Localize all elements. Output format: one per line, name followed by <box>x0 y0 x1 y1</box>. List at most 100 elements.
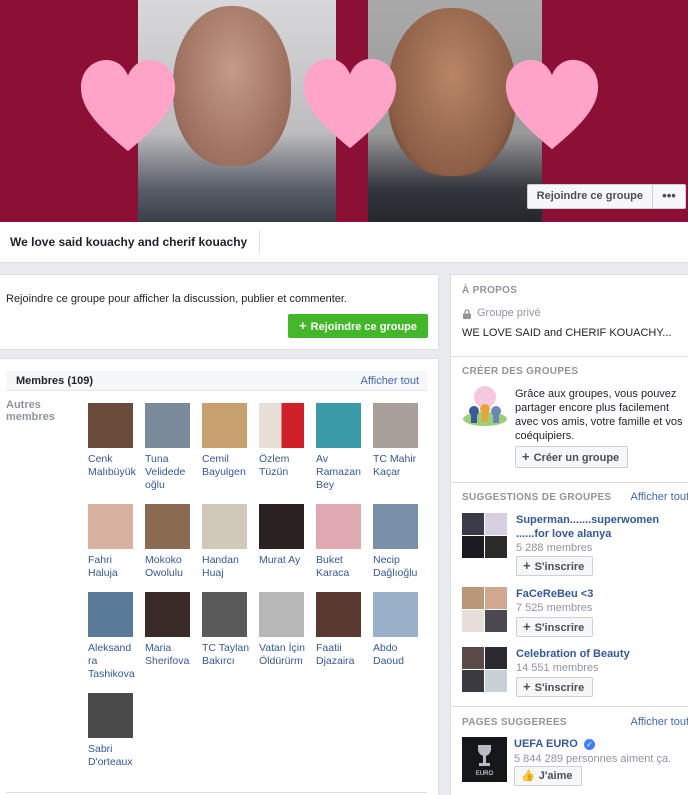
heart-icon <box>79 56 177 158</box>
member-item[interactable]: TC Taylan Bakırcı <box>202 592 254 668</box>
member-name[interactable]: Faatii Djazaira <box>316 642 368 668</box>
join-prompt-box: Rejoindre ce groupe pour afficher la dis… <box>0 274 439 350</box>
member-name[interactable]: Handan Huaj <box>202 554 254 580</box>
join-label: S'inscrire <box>535 561 585 573</box>
suggestions-see-all-link[interactable]: Afficher tout <box>631 491 688 503</box>
member-avatar[interactable] <box>145 403 190 448</box>
member-item[interactable]: Murat Ay <box>259 504 311 567</box>
member-name[interactable]: Fahri Haluja <box>88 554 140 580</box>
member-item[interactable]: Faatii Djazaira <box>316 592 368 668</box>
member-name[interactable]: Aleksand ra Tashikova <box>88 642 140 681</box>
about-box: À PROPOS Groupe privé WE LOVE SAID and C… <box>450 274 688 358</box>
create-groups-text: Grâce aux groupes, vous pouvez partager … <box>515 387 685 443</box>
member-item[interactable]: Vatan İçin Öldürürm <box>259 592 311 668</box>
member-item[interactable]: Handan Huaj <box>202 504 254 580</box>
member-item[interactable]: Abdo Daoud <box>373 592 425 668</box>
more-options-button[interactable]: ••• <box>653 184 686 209</box>
portrait-face <box>388 8 516 176</box>
member-name[interactable]: Buket Karaca <box>316 554 368 580</box>
like-label: J'aime <box>539 770 573 782</box>
member-avatar[interactable] <box>145 504 190 549</box>
heart-icon <box>504 54 600 158</box>
suggested-group-name[interactable]: FaCeReBeu <3 <box>516 587 686 601</box>
join-group-button[interactable]: Rejoindre ce groupe <box>527 184 653 209</box>
heart-icon <box>302 52 398 158</box>
member-avatar[interactable] <box>88 403 133 448</box>
member-item[interactable]: Av Ramazan Bey <box>316 403 368 492</box>
member-item[interactable]: Fahri Haluja <box>88 504 140 580</box>
join-group-green-button[interactable]: + Rejoindre ce groupe <box>288 314 428 338</box>
suggested-group-members: 5 288 membres <box>516 542 592 554</box>
member-name[interactable]: Abdo Daoud <box>373 642 425 668</box>
group-avatar[interactable] <box>462 587 508 633</box>
group-avatar[interactable] <box>462 513 508 559</box>
member-name[interactable]: Sabri D'orteaux <box>88 743 140 769</box>
member-item[interactable]: Özlem Tüzün <box>259 403 311 479</box>
member-avatar[interactable] <box>145 592 190 637</box>
member-item[interactable]: Sabri D'orteaux <box>88 693 140 769</box>
member-name[interactable]: Av Ramazan Bey <box>316 453 368 492</box>
member-avatar[interactable] <box>202 504 247 549</box>
member-name[interactable]: Özlem Tüzün <box>259 453 311 479</box>
member-avatar[interactable] <box>259 403 304 448</box>
members-header: Membres (109) Afficher tout <box>6 371 427 391</box>
member-item[interactable]: Tuna Velidede oğlu <box>145 403 197 492</box>
privacy-label: Groupe privé <box>477 307 541 319</box>
suggested-group-name[interactable]: Superman.......superwomen ......for love… <box>516 513 686 541</box>
member-avatar[interactable] <box>202 592 247 637</box>
member-item[interactable]: Mokoko Owolulu <box>145 504 197 580</box>
member-avatar[interactable] <box>259 504 304 549</box>
member-name[interactable]: Vatan İçin Öldürürm <box>259 642 311 668</box>
suggested-group-name[interactable]: Celebration of Beauty <box>516 647 686 661</box>
member-item[interactable]: Cenk Malıbüyük <box>88 403 140 479</box>
trophy-icon: EURO <box>462 737 507 782</box>
member-item[interactable]: Aleksand ra Tashikova <box>88 592 140 681</box>
member-name[interactable]: Cemil Bayulgen <box>202 453 254 479</box>
join-suggested-group-button[interactable]: +S'inscrire <box>516 556 593 576</box>
members-box: Membres (109) Afficher tout Autres membr… <box>0 358 439 795</box>
member-name[interactable]: Cenk Malıbüyük <box>88 453 140 479</box>
pages-see-all-link[interactable]: Afficher tout <box>631 716 688 728</box>
members-see-all-link[interactable]: Afficher tout <box>361 375 420 387</box>
page-name[interactable]: UEFA EURO <box>514 738 578 750</box>
group-name[interactable]: We love said kouachy and cherif kouachy <box>10 235 247 249</box>
page-avatar[interactable]: EURO <box>462 737 507 782</box>
member-name[interactable]: Murat Ay <box>259 554 311 567</box>
member-item[interactable]: Buket Karaca <box>316 504 368 580</box>
member-name[interactable]: Mokoko Owolulu <box>145 554 197 580</box>
member-avatar[interactable] <box>88 592 133 637</box>
member-name[interactable]: Maria Sherifova <box>145 642 197 668</box>
create-group-button[interactable]: +Créer un groupe <box>515 446 628 468</box>
member-avatar[interactable] <box>373 403 418 448</box>
member-item[interactable]: Necip Dağlıoğlu <box>373 504 425 580</box>
suggested-pages-box: PAGES SUGGEREES Afficher tout EURO UEFA … <box>450 706 688 795</box>
member-item[interactable]: Maria Sherifova <box>145 592 197 668</box>
member-avatar[interactable] <box>316 403 361 448</box>
divider <box>259 230 260 254</box>
group-description: WE LOVE SAID and CHERIF KOUACHY... <box>462 327 671 339</box>
member-item[interactable]: Cemil Bayulgen <box>202 403 254 479</box>
member-item[interactable]: TC Mahir Kaçar <box>373 403 425 479</box>
member-avatar[interactable] <box>373 592 418 637</box>
join-label: S'inscrire <box>535 622 585 634</box>
member-avatar[interactable] <box>316 592 361 637</box>
join-suggested-group-button[interactable]: +S'inscrire <box>516 617 593 637</box>
member-avatar[interactable] <box>316 504 361 549</box>
member-avatar[interactable] <box>202 403 247 448</box>
join-suggested-group-button[interactable]: +S'inscrire <box>516 677 593 697</box>
member-avatar[interactable] <box>259 592 304 637</box>
member-avatar[interactable] <box>88 693 133 738</box>
like-page-button[interactable]: 👍J'aime <box>514 766 582 786</box>
plus-icon: + <box>299 318 307 333</box>
member-name[interactable]: TC Mahir Kaçar <box>373 453 425 479</box>
member-avatar[interactable] <box>88 504 133 549</box>
join-label: S'inscrire <box>535 682 585 694</box>
suggested-group-members: 14 551 membres <box>516 662 599 674</box>
member-name[interactable]: Tuna Velidede oğlu <box>145 453 197 492</box>
member-name[interactable]: Necip Dağlıoğlu <box>373 554 425 580</box>
member-name[interactable]: TC Taylan Bakırcı <box>202 642 254 668</box>
member-avatar[interactable] <box>373 504 418 549</box>
cover-actions: Rejoindre ce groupe ••• <box>527 184 686 209</box>
group-avatar[interactable] <box>462 647 508 693</box>
join-button-label: Rejoindre ce groupe <box>311 321 417 333</box>
